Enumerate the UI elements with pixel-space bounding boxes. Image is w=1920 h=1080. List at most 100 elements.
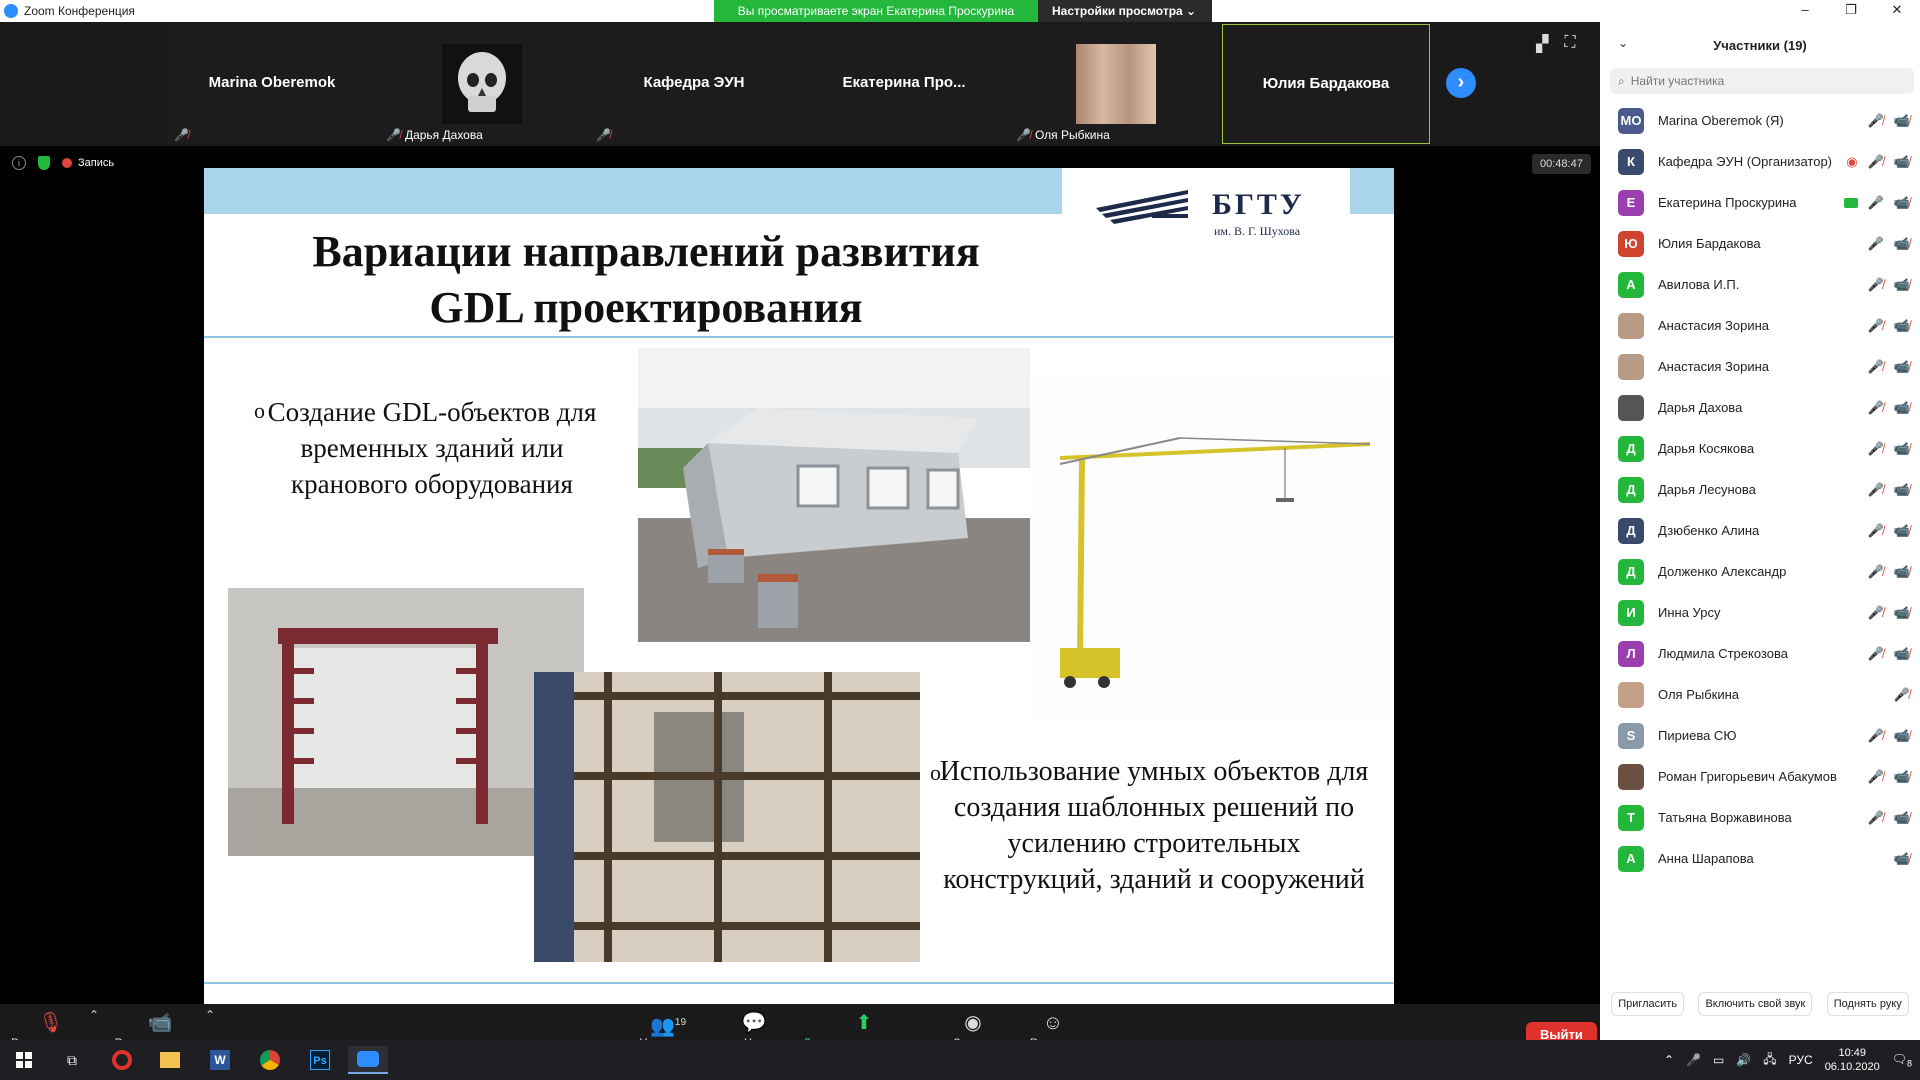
mic-icon: 🎤 [1867,194,1884,210]
participant-name: Анастасия Зорина [1658,359,1770,374]
shared-slide: БГТУ им. В. Г. Шухова Вариации направлен… [204,168,1394,1008]
participant-row[interactable]: Оля Рыбкина 🎤̸ [1600,674,1920,715]
invite-button[interactable]: Пригласить [1611,992,1685,1016]
network-icon[interactable]: 🖧 [1763,1050,1776,1071]
video-off-icon: 📹̸ [1893,481,1910,497]
participant-thumbnails: Marina Oberemok 🎤̸ 🎤̸ Дарья Дахова Кафедр… [0,22,1600,146]
collapse-chevron-icon[interactable]: ⌄ [1618,36,1628,50]
participant-name: Дарья Косякова [1658,441,1755,456]
next-page-icon[interactable]: › [1446,68,1476,98]
thumb-darya[interactable]: 🎤̸ Дарья Дахова [380,24,588,144]
avatar: Ю [1618,230,1644,257]
windows-start-icon[interactable] [4,1046,44,1074]
mic-muted-icon: 🎤̸ [1016,128,1031,142]
share-screen-icon: ⬆ [855,1012,873,1034]
participant-row[interactable]: Е Екатерина Проскурина 🎤 📹̸ [1600,182,1920,223]
file-explorer-icon[interactable] [150,1046,190,1074]
record-icon: ◉ [964,1012,982,1034]
volume-icon[interactable]: 🔊 [1736,1053,1751,1067]
window-controls: – ❐ ✕ [1782,0,1920,22]
thumb-yulia[interactable]: Юлия Бардакова [1222,24,1430,144]
avatar: Т [1618,804,1644,831]
logo-text: БГТУ [1212,188,1305,221]
participants-count: 19 [674,1017,687,1028]
meeting-timer: 00:48:47 [1532,154,1591,174]
participant-name: Людмила Стрекозова [1658,646,1788,661]
video-off-icon: 📹̸ [1893,850,1910,866]
video-off-icon: 📹̸ [1893,317,1910,333]
participant-row[interactable]: MO Marina Oberemok (Я) 🎤̸ 📹̸ [1600,100,1920,141]
zoom-taskbar-icon[interactable] [348,1046,388,1074]
participant-row[interactable]: А Анна Шарапова 📹̸ [1600,838,1920,879]
zoom-logo-icon [4,4,18,18]
divider-top [204,336,1394,338]
raise-hand-button[interactable]: Поднять руку [1826,992,1909,1016]
layout-view-icon[interactable]: ▞ [1536,34,1548,54]
participant-name: Дарья Дахова [1658,400,1743,415]
university-logo: БГТУ им. В. Г. Шухова [1062,168,1350,248]
mic-muted-icon: 🎤̸ [1867,563,1884,579]
chrome-icon[interactable] [250,1046,290,1074]
participant-row[interactable]: Д Долженко Александр 🎤̸ 📹̸ [1600,551,1920,592]
close-button[interactable]: ✕ [1874,0,1920,22]
video-off-icon: 📹̸ [1893,645,1910,661]
participant-row[interactable]: Д Дзюбенко Алина 🎤̸ 📹̸ [1600,510,1920,551]
view-settings-button[interactable]: Настройки просмотра ⌄ [1038,0,1212,22]
panel-title: Участники (19) [1713,37,1807,53]
participant-row[interactable]: Анастасия Зорина 🎤̸ 📹̸ [1600,305,1920,346]
language-indicator[interactable]: РУС [1789,1053,1813,1067]
video-off-icon: 📹̸ [1893,727,1910,743]
clock[interactable]: 10:49 06.10.2020 [1825,1046,1880,1074]
fullscreen-icon[interactable]: ⛶ [1564,34,1575,54]
word-icon[interactable]: W [200,1046,240,1074]
video-off-icon: 📹̸ [1893,358,1910,374]
participant-row[interactable]: Анастасия Зорина 🎤̸ 📹̸ [1600,346,1920,387]
video-options-chevron-icon[interactable]: ⌃ [204,1008,216,1022]
slide-top-band [204,168,1062,214]
avatar [1618,763,1644,790]
participant-row[interactable]: К Кафедра ЭУН (Организатор) ◉ 🎤̸ 📹̸ [1600,141,1920,182]
thumb-ekaterina[interactable]: Екатерина Про... [800,24,1008,144]
thumb-olya[interactable]: 🎤̸ Оля Рыбкина [1010,24,1218,144]
mic-muted-icon: 🎤̸ [386,128,401,142]
skull-avatar [442,44,522,124]
participant-row[interactable]: S Пириева СЮ 🎤̸ 📹̸ [1600,715,1920,756]
avatar: Е [1618,189,1644,216]
participant-row[interactable]: Ю Юлия Бардакова 🎤 📹̸ [1600,223,1920,264]
participant-row[interactable]: Л Людмила Стрекозова 🎤̸ 📹̸ [1600,633,1920,674]
windows-taskbar: ⧉ W Ps ⌃ 🎤 ▭ 🔊 🖧 РУС 10:49 06.10.2020 🗨8 [0,1040,1920,1080]
tray-chevron-icon[interactable]: ⌃ [1664,1053,1674,1067]
search-icon: ⌕ [1618,73,1625,88]
audio-options-chevron-icon[interactable]: ⌃ [88,1008,100,1022]
participant-row[interactable]: И Инна Урсу 🎤̸ 📹̸ [1600,592,1920,633]
record-dot-icon [62,158,72,168]
participant-search-input[interactable] [1630,74,1891,88]
avatar: Д [1618,517,1644,544]
participant-row[interactable]: Дарья Дахова 🎤̸ 📹̸ [1600,387,1920,428]
participant-row[interactable]: Д Дарья Косякова 🎤̸ 📹̸ [1600,428,1920,469]
video-off-icon: 📹̸ [1893,440,1910,456]
participant-row[interactable]: Т Татьяна Воржавинова 🎤̸ 📹̸ [1600,797,1920,838]
unmute-self-button[interactable]: Включить свой звук [1698,992,1813,1016]
info-icon[interactable]: i [12,156,26,170]
recording-icon: ◉ [1846,153,1858,169]
participant-row[interactable]: Д Дарья Лесунова 🎤̸ 📹̸ [1600,469,1920,510]
avatar [1618,353,1644,380]
shield-icon[interactable] [38,156,50,170]
slide-title: Вариации направлений развития GDL проект… [312,227,980,332]
meeting-stage: Marina Oberemok 🎤̸ 🎤̸ Дарья Дахова Кафедр… [0,22,1600,1062]
battery-icon[interactable]: ▭ [1713,1053,1724,1067]
notifications-icon[interactable]: 🗨8 [1892,1052,1912,1068]
task-view-icon[interactable]: ⧉ [52,1046,92,1074]
thumb-marina[interactable]: Marina Oberemok 🎤̸ [168,24,376,144]
photoshop-icon[interactable]: Ps [300,1046,340,1074]
microphone-icon[interactable]: 🎤 [1686,1053,1701,1067]
bullet-temp-buildings: Создание GDL-объектов для временных здан… [267,397,597,499]
participant-row[interactable]: А Авилова И.П. 🎤̸ 📹̸ [1600,264,1920,305]
thumb-kafedra[interactable]: Кафедра ЭУН 🎤̸ [590,24,798,144]
participants-panel: ⌄ Участники (19) ⌕ MO Marina Oberemok (Я)… [1600,22,1920,1040]
participant-row[interactable]: Роман Григорьевич Абакумов 🎤̸ 📹̸ [1600,756,1920,797]
maximize-button[interactable]: ❐ [1828,0,1874,22]
opera-icon[interactable] [102,1046,142,1074]
minimize-button[interactable]: – [1782,0,1828,22]
